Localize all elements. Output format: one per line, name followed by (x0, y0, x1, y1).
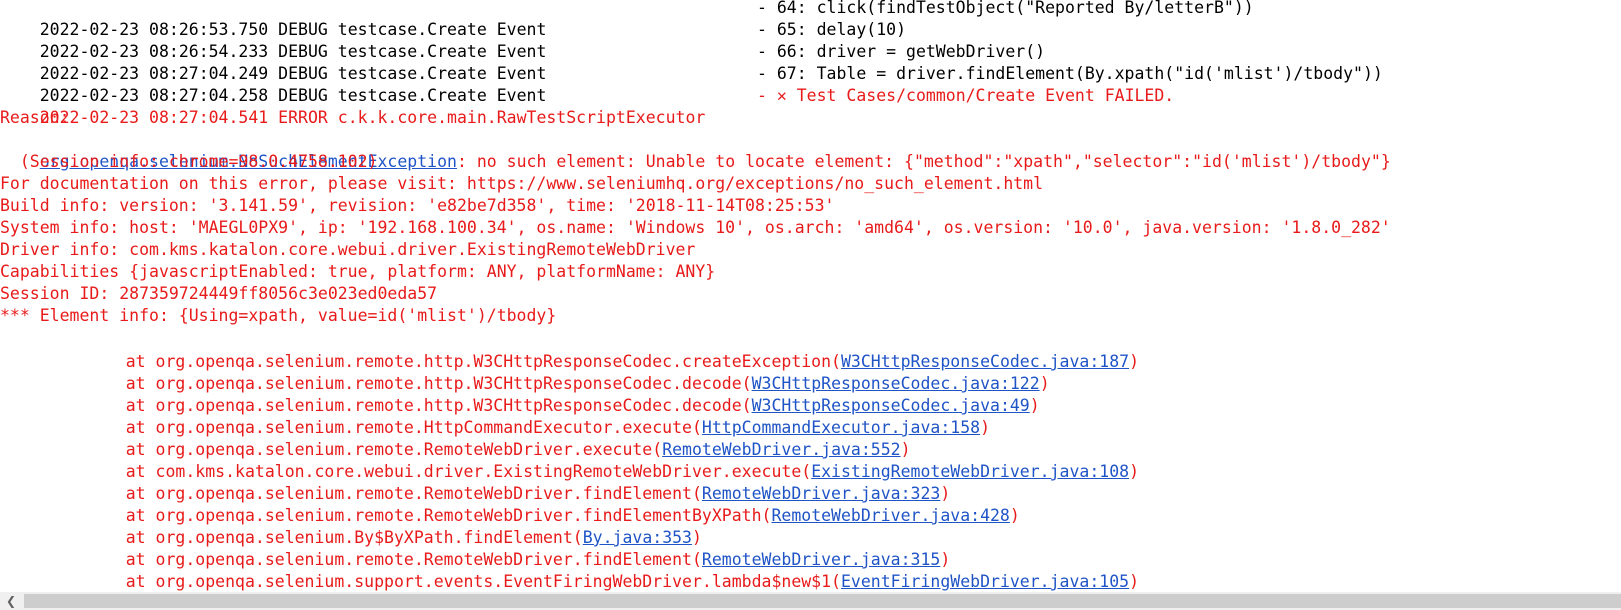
stack-frame: at org.openqa.selenium.remote.RemoteWebD… (0, 527, 951, 569)
stack-frame: at com.kms.katalon.core.webui.driver.Exi… (0, 439, 1139, 481)
detail-line: Driver info: com.kms.katalon.core.webui.… (0, 240, 696, 259)
fail-x-icon: ✕ (776, 86, 787, 105)
log-line-error: 2022-02-23 08:27:04.541 ERROR c.k.k.core… (0, 85, 1174, 127)
log-message: - 67: Table = driver.findElement(By.xpat… (757, 64, 1383, 83)
stack-close: ) (1129, 572, 1140, 591)
scroll-left-arrow-icon[interactable]: ❮ (0, 592, 22, 610)
stack-method: at org.openqa.selenium.support.events.Ev… (125, 572, 841, 591)
stack-frame: at org.openqa.selenium.remote.RemoteWebD… (0, 483, 1020, 525)
stack-frame: at org.openqa.selenium.remote.HttpComman… (0, 395, 990, 437)
scrollbar-thumb[interactable] (24, 594, 1621, 608)
detail-line: *** Element info: {Using=xpath, value=id… (0, 306, 557, 325)
stack-frame: at org.openqa.selenium.remote.http.W3CHt… (0, 329, 1139, 371)
reason-label: Reason: (0, 108, 70, 127)
fail-message: Test Cases/common/Create Event FAILED. (786, 86, 1175, 105)
log-message: - 64: click(findTestObject("Reported By/… (757, 0, 1254, 17)
stack-frame: at org.openqa.selenium.remote.http.W3CHt… (0, 373, 1040, 415)
stack-frame: at org.openqa.selenium.By$ByXPath.findEl… (0, 505, 702, 547)
log-message: - 66: driver = getWebDriver() (757, 42, 1046, 61)
stack-source-link[interactable]: RemoteWebDriver.java:428 (771, 506, 1009, 525)
detail-line: For documentation on this error, please … (0, 174, 1044, 193)
stack-source-link[interactable]: EventFiringWebDriver.java:105 (841, 572, 1129, 591)
stack-close: ) (1009, 506, 1020, 525)
detail-line: Session ID: 287359724449ff8056c3e023ed0e… (0, 284, 438, 303)
log-message: - ✕ Test Cases/common/Create Event FAILE… (757, 85, 1174, 107)
detail-line: System info: host: 'MAEGL0PX9', ip: '192… (0, 218, 1391, 237)
horizontal-scrollbar[interactable]: ❮ (0, 592, 1621, 610)
log-line-debug: 2022-02-23 08:26:54.233 DEBUG testcase.C… (0, 19, 906, 61)
stack-close: ) (1129, 462, 1140, 481)
log-line-debug: 2022-02-23 08:27:04.249 DEBUG testcase.C… (0, 41, 1045, 83)
stack-close: ) (1029, 396, 1040, 415)
stack-close: ) (980, 418, 991, 437)
exception-message: : no such element: Unable to locate elem… (456, 152, 1391, 171)
log-line-debug: 2022-02-23 08:27:04.258 DEBUG testcase.C… (0, 63, 1383, 105)
stack-frame: at org.openqa.selenium.remote.RemoteWebD… (0, 461, 951, 503)
stack-close: ) (1129, 352, 1140, 371)
detail-line: Capabilities {javascriptEnabled: true, p… (0, 262, 716, 281)
detail-line: (Session info: chrome=98.0.4758.102) (0, 152, 378, 171)
log-prefix: 2022-02-23 08:27:04.541 ERROR c.k.k.core… (39, 108, 706, 127)
stack-frame: at org.openqa.selenium.support.events.Ev… (0, 549, 1139, 591)
dash-text: - (757, 86, 777, 105)
log-message: - 65: delay(10) (757, 20, 907, 39)
log-line-debug: 2022-02-23 08:26:53.750 DEBUG testcase.C… (0, 0, 1254, 39)
console-output[interactable]: 2022-02-23 08:26:53.750 DEBUG testcase.C… (0, 0, 1621, 592)
stack-close: ) (1039, 374, 1050, 393)
stack-frame: at org.openqa.selenium.remote.RemoteWebD… (0, 417, 911, 459)
stack-frame: at org.openqa.selenium.remote.http.W3CHt… (0, 351, 1050, 393)
exception-line: org.openqa.selenium.NoSuchElementExcepti… (0, 129, 1391, 171)
detail-line: Build info: version: '3.141.59', revisio… (0, 196, 835, 215)
